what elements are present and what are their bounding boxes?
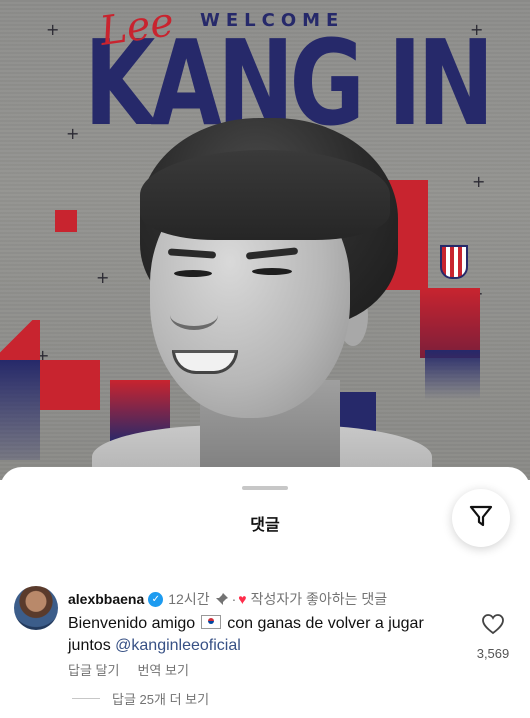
player-eye: [174, 270, 212, 277]
plus-mark-icon: +: [66, 124, 80, 143]
comment-username[interactable]: alexbbaena: [68, 591, 144, 607]
plus-mark-icon: +: [472, 172, 486, 191]
red-block: [55, 210, 77, 232]
replies-divider: [72, 698, 100, 699]
liked-by-author-label: 작성자가 좋아하는 댓글: [250, 591, 388, 607]
player-nose: [170, 300, 218, 330]
comments-sheet: 댓글 alexbbaena ✓ 12시간 · ♥ 작성자가 좋아하는 댓글 Bi…: [0, 467, 530, 718]
navy-block: [425, 350, 480, 400]
translate-button[interactable]: 번역 보기: [137, 660, 188, 679]
like-heart-icon[interactable]: [481, 613, 505, 640]
like-column: 3,569: [466, 613, 520, 661]
comment-meta: alexbbaena ✓ 12시간 · ♥ 작성자가 좋아하는 댓글: [68, 589, 387, 609]
comment-text-part: Bienvenido amigo: [68, 615, 196, 632]
plus-mark-icon: +: [46, 20, 60, 39]
view-more-replies[interactable]: 답글 25개 더 보기: [72, 689, 209, 708]
comment-text: Bienvenido amigo con ganas de volver a ju…: [68, 613, 438, 657]
plus-mark-icon: +: [96, 268, 110, 287]
verified-badge-icon: ✓: [148, 591, 164, 607]
comment-time: 12시간: [168, 591, 210, 607]
more-replies-label: 답글 25개 더 보기: [112, 692, 210, 707]
pin-icon: [215, 592, 229, 606]
south-korea-flag-icon: [201, 615, 222, 629]
reply-button[interactable]: 답글 달기: [68, 660, 119, 679]
player-eye: [252, 268, 292, 275]
sheet-title: 댓글: [250, 517, 280, 534]
like-count: 3,569: [476, 646, 510, 661]
comment-actions: 답글 달기 번역 보기: [68, 660, 189, 679]
atletico-crest-icon: [440, 245, 468, 279]
filter-button[interactable]: [452, 489, 510, 547]
mention-link[interactable]: @kanginleeoficial: [115, 637, 241, 654]
filter-icon: [468, 503, 494, 534]
red-block: [0, 320, 40, 360]
drag-handle[interactable]: [242, 486, 288, 490]
meta-separator: ·: [231, 591, 237, 607]
post-image: + + + + + + + WELCOME KANG IN Lee: [0, 0, 530, 480]
heart-icon: ♥: [238, 591, 247, 607]
navy-block: [0, 360, 40, 460]
player-fringe: [140, 150, 390, 240]
red-block: [40, 360, 100, 410]
avatar[interactable]: [14, 586, 58, 630]
red-block: [420, 288, 480, 358]
